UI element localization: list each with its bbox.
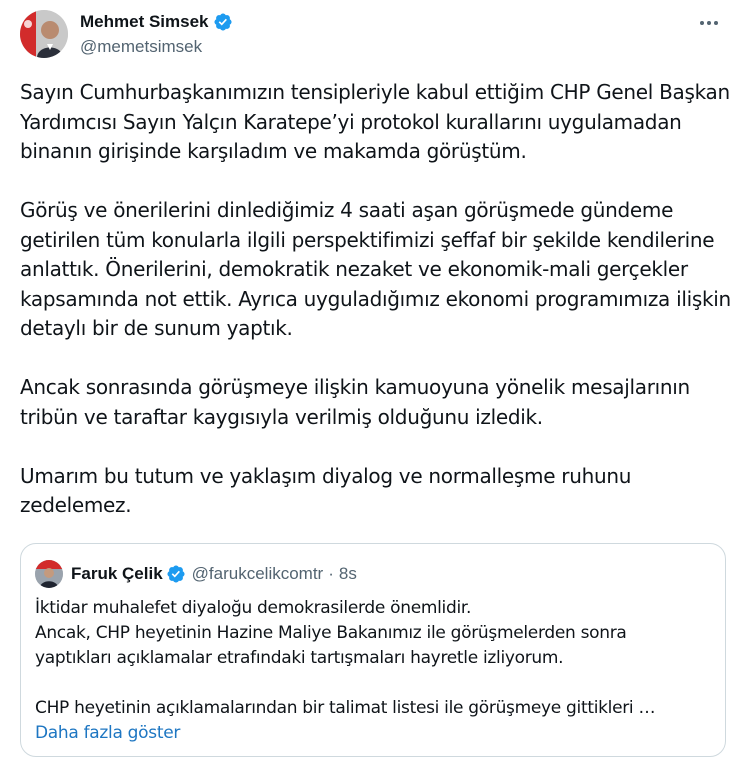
- more-horizontal-icon: [700, 21, 718, 25]
- tweet-line: zedelemez.: [20, 493, 132, 517]
- quote-avatar-image: [35, 560, 63, 588]
- tweet-line: kapsamında not ettik. Ayrıca uyguladığım…: [20, 286, 731, 311]
- tweet-line: getirilen tüm konularla ilgili perspekti…: [20, 227, 715, 252]
- tweet-line: Yardımcısı Sayın Yalçın Karatepe’yi prot…: [20, 109, 682, 134]
- tweet-text: Sayın Cumhurbaşkanımızın tensipleriyle k…: [20, 78, 732, 521]
- author-name[interactable]: Mehmet Simsek: [80, 12, 209, 32]
- more-options-button[interactable]: [692, 8, 726, 38]
- tweet-line: tribün ve taraftar kaygısıyla verilmiş o…: [20, 404, 543, 429]
- tweet: Mehmet Simsek @memetsimsek Sayın Cumhurb…: [0, 0, 744, 758]
- quote-paragraph: İktidar muhalefet diyaloğu demokrasilerd…: [35, 596, 715, 671]
- quote-separator: ·: [328, 564, 334, 583]
- quote-line: Ancak, CHP heyetinin Hazine Maliye Bakan…: [35, 623, 627, 643]
- verified-badge-icon: [213, 12, 233, 32]
- author-avatar-image: [20, 10, 68, 58]
- verified-badge-icon: [166, 564, 186, 584]
- tweet-line: anlattık. Önerilerini, demokratik nezake…: [20, 257, 688, 281]
- tweet-line: Umarım bu tutum ve yaklaşım diyalog ve n…: [20, 463, 632, 488]
- tweet-paragraph: Sayın Cumhurbaşkanımızın tensipleriyle k…: [20, 78, 732, 167]
- tweet-paragraph: Görüş ve önerilerini dinlediğimiz 4 saat…: [20, 196, 732, 344]
- quote-author-handle[interactable]: @farukcelikcomtr: [192, 564, 324, 584]
- author-avatar[interactable]: [20, 10, 68, 58]
- quote-timestamp[interactable]: 8s: [339, 564, 357, 584]
- quote-author-avatar[interactable]: [35, 560, 63, 588]
- tweet-line: binanın girişinde karşıladım ve makamda …: [20, 139, 527, 163]
- quote-paragraph: CHP heyetinin açıklamalarından bir talim…: [35, 696, 715, 721]
- quote-line: yaptıkları açıklamalar etrafındaki tartı…: [35, 648, 564, 668]
- tweet-line: detaylı bir de sunum yaptık.: [20, 316, 293, 340]
- quote-line: CHP heyetinin açıklamalarından bir talim…: [35, 698, 656, 718]
- show-more-link[interactable]: Daha fazla göster: [35, 721, 715, 746]
- tweet-paragraph: Umarım bu tutum ve yaklaşım diyalog ve n…: [20, 462, 732, 521]
- quote-author-name[interactable]: Faruk Çelik: [71, 564, 163, 584]
- tweet-line: Sayın Cumhurbaşkanımızın tensipleriyle k…: [20, 80, 730, 104]
- tweet-line: Görüş ve önerilerini dinlediğimiz 4 saat…: [20, 198, 674, 222]
- quoted-tweet[interactable]: Faruk Çelik @farukcelikcomtr · 8s İktida…: [20, 543, 726, 757]
- tweet-line: Ancak sonrasında görüşmeye ilişkin kamuo…: [20, 375, 690, 399]
- author-handle[interactable]: @memetsimsek: [80, 37, 202, 57]
- quote-text: İktidar muhalefet diyaloğu demokrasilerd…: [35, 596, 715, 746]
- tweet-paragraph: Ancak sonrasında görüşmeye ilişkin kamuo…: [20, 373, 732, 432]
- author-name-row: Mehmet Simsek: [80, 12, 233, 32]
- quote-header: Faruk Çelik @farukcelikcomtr · 8s: [71, 564, 357, 584]
- quote-line: İktidar muhalefet diyaloğu demokrasilerd…: [35, 598, 472, 618]
